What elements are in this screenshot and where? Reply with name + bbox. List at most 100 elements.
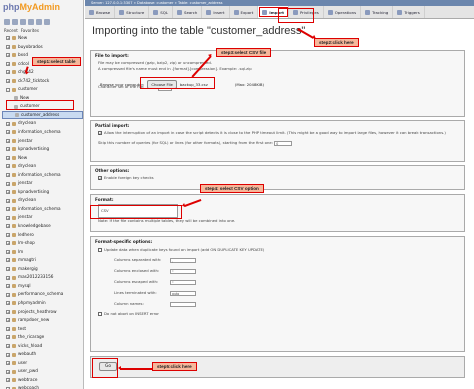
expand-icon[interactable]: + [6,292,10,297]
expand-icon[interactable]: + [6,224,10,229]
allow-interrupt-checkbox[interactable] [98,131,102,137]
foreign-keys-checkbox[interactable] [98,176,102,182]
sidebar-db-item[interactable]: +chg742 [2,68,83,77]
expand-icon[interactable]: + [6,198,10,203]
sidebar-db-item[interactable]: + lm [2,248,83,257]
sidebar-db-item[interactable]: + webtrace [2,376,83,385]
favorites-tab[interactable]: Favorites [21,28,39,33]
update-data-checkbox[interactable] [98,248,102,252]
sidebar-db-item[interactable]: + jenstar [2,213,83,222]
settings-icon[interactable] [36,19,42,25]
expand-icon[interactable]: + [6,181,10,186]
home-icon[interactable] [4,19,10,25]
sidebar-db-item[interactable]: - customer [2,85,83,94]
expand-icon[interactable]: + [6,207,10,212]
sidebar-db-item[interactable]: + user [2,359,83,368]
expand-icon[interactable]: + [6,343,10,348]
expand-icon[interactable]: + [6,36,10,41]
expand-icon[interactable]: + [6,335,10,340]
expand-icon[interactable]: + [6,53,10,58]
sidebar-db-item[interactable]: + kpnadvertising [2,145,83,154]
tab-triggers[interactable]: Triggers [393,6,425,18]
sidebar-db-item[interactable]: + projects_heathrow [2,308,83,317]
docs-icon[interactable] [20,19,26,25]
expand-icon[interactable]: + [6,190,10,195]
expand-icon[interactable]: + [6,275,10,280]
tab-tracking[interactable]: Tracking [361,6,394,18]
sidebar-db-item[interactable]: + New [2,34,83,43]
sidebar-db-item[interactable]: + makergig [2,265,83,274]
sidebar-db-item[interactable]: + user_pwd [2,367,83,376]
csv-field-input[interactable]: " [170,268,196,274]
tab-search[interactable]: Search [173,6,203,18]
expand-icon[interactable]: + [6,249,10,254]
sidebar-db-item[interactable]: + knowledgebase [2,222,83,231]
expand-icon[interactable]: + [6,121,10,126]
sidebar-db-item[interactable]: + mmagtri [2,256,83,265]
skip-input[interactable]: 0 [274,140,293,146]
expand-icon[interactable]: + [6,284,10,289]
sidebar-db-item[interactable]: + test [2,325,83,334]
expand-icon[interactable]: + [6,215,10,220]
sidebar-db-item[interactable]: + webauth [2,350,83,359]
expand-icon[interactable]: + [6,258,10,263]
sidebar-db-item[interactable]: + mas2012233156 [2,273,83,282]
sidebar-db-item[interactable]: + performance_schema [2,290,83,299]
expand-icon[interactable]: + [6,147,10,152]
csv-field-input[interactable]: " [170,279,196,285]
tab-operations[interactable]: Operations [324,6,362,18]
expand-icon[interactable]: + [6,61,10,66]
expand-icon[interactable]: + [6,378,10,383]
tab-sql[interactable]: SQL [149,6,173,18]
tab-export[interactable]: Export [230,6,259,18]
expand-icon[interactable]: + [6,352,10,357]
sidebar-db-item[interactable]: + vicks_hload [2,342,83,351]
expand-icon[interactable]: + [6,232,10,237]
collapse-icon[interactable]: - [6,87,10,92]
expand-icon[interactable]: + [6,44,10,49]
recent-tab[interactable]: Recent [4,28,18,33]
tab-browse[interactable]: Browse [85,6,116,18]
sidebar-db-item[interactable]: + dryclean [2,196,83,205]
expand-icon[interactable]: + [6,361,10,366]
expand-icon[interactable]: + [6,70,10,75]
tab-structure[interactable]: Structure [115,6,150,18]
sidebar-db-item[interactable]: + information_schema [2,128,83,137]
expand-icon[interactable]: + [6,301,10,306]
expand-icon[interactable]: + [6,79,10,83]
expand-icon[interactable]: + [6,267,10,272]
expand-icon[interactable]: + [6,138,10,143]
csv-field-input[interactable]: , [170,257,196,263]
sidebar-db-item[interactable]: + lm-shop [2,239,83,248]
sidebar-db-item[interactable]: + mysql [2,282,83,291]
sidebar-db-item[interactable]: + dryclean [2,162,83,171]
expand-icon[interactable]: + [6,326,10,331]
expand-icon[interactable]: + [6,369,10,374]
csv-field-input[interactable]: auto [170,290,196,296]
expand-icon[interactable]: + [6,164,10,169]
reload-icon[interactable] [44,19,50,25]
sidebar-db-item[interactable]: + buyobrados [2,43,83,52]
tab-insert[interactable]: Insert [202,6,230,18]
sql-docs-icon[interactable] [28,19,34,25]
expand-icon[interactable]: + [6,155,10,160]
sidebar-db-item[interactable]: + rampdoer_new [2,316,83,325]
expand-icon[interactable]: + [6,309,10,314]
phpmyadmin-logo[interactable]: php MyAdmin [0,0,83,18]
sidebar-db-item[interactable]: + jenstar [2,137,83,146]
expand-icon[interactable]: + [6,241,10,246]
expand-icon[interactable]: + [6,173,10,178]
logout-icon[interactable] [12,19,18,25]
expand-icon[interactable]: + [6,318,10,323]
expand-icon[interactable]: + [6,130,10,135]
sidebar-item-customer-address[interactable]: customer_address [2,110,83,120]
sidebar-db-item[interactable]: + information_schema [2,205,83,214]
sidebar-db-item[interactable]: + jenstar [2,179,83,188]
sidebar-db-item[interactable]: + dryclean [2,119,83,128]
sidebar-db-item[interactable]: + New [2,154,83,163]
sidebar-db-item[interactable]: + ledhero [2,231,83,240]
sidebar-db-item[interactable]: + ck742_ticktock [2,77,83,86]
sidebar-db-item[interactable]: + information_schema [2,171,83,180]
sidebar-db-item[interactable]: + webcoach [2,384,83,389]
sidebar-db-item[interactable]: + phpmyadmin [2,299,83,308]
